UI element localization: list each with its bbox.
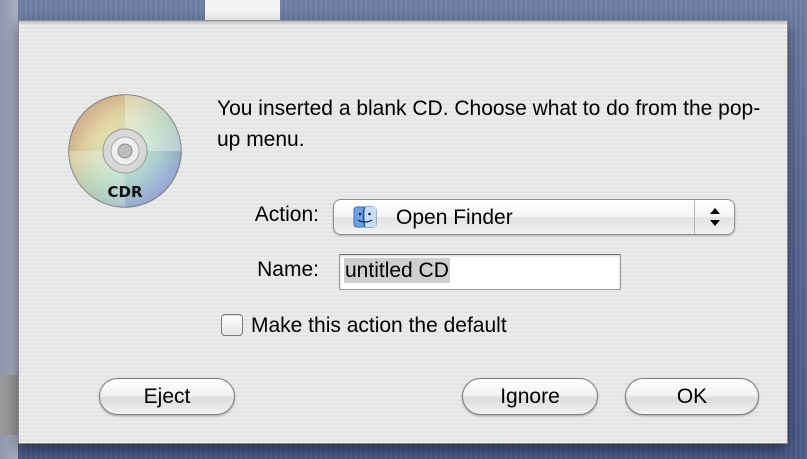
cd-r-disc-icon: CDR [65,91,185,211]
name-input[interactable]: untitled CD [339,254,621,290]
blank-cd-dialog: CDR You inserted a blank CD. Choose what… [18,20,788,444]
background-window-fragment [205,0,280,22]
default-action-checkbox-label[interactable]: Make this action the default [251,314,507,338]
ok-button[interactable]: OK [625,378,759,415]
dialog-top-shade [19,21,787,25]
action-label: Action: [254,203,319,226]
name-label: Name: [257,258,319,281]
ignore-button[interactable]: Ignore [462,378,598,415]
action-popup-value: Open Finder [396,206,513,229]
cd-icon-label: CDR [107,183,142,201]
eject-button[interactable]: Eject [99,378,235,415]
dialog-message: You inserted a blank CD. Choose what to … [217,97,761,151]
finder-icon [353,206,377,228]
popup-arrows-icon [694,200,734,234]
action-popup-menu[interactable]: Open Finder [333,199,735,235]
default-action-checkbox[interactable] [221,314,243,336]
background-window-fragment-bottom [0,375,18,435]
name-input-value: untitled CD [344,258,450,283]
